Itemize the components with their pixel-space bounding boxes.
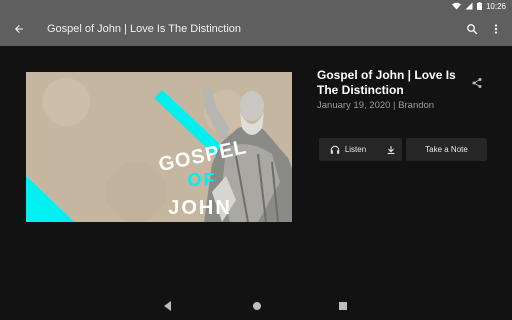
artwork-title-line3: JOHN xyxy=(168,197,232,219)
listen-label: Listen xyxy=(344,145,367,154)
signal-icon xyxy=(465,2,473,10)
artwork-graphic: GOSPEL OF JOHN xyxy=(26,72,292,222)
nav-recents-icon[interactable] xyxy=(337,300,349,312)
nav-back-icon[interactable] xyxy=(162,300,174,312)
search-icon xyxy=(467,24,478,35)
more-options-button[interactable] xyxy=(486,18,506,40)
listen-button[interactable]: Listen xyxy=(319,138,377,161)
listen-group: Listen xyxy=(319,138,402,161)
status-time: 10:26 xyxy=(485,1,506,11)
share-icon xyxy=(472,78,482,88)
page-title: Gospel of John | Love Is The Distinction xyxy=(47,23,242,35)
search-button[interactable] xyxy=(462,18,482,40)
back-arrow-icon xyxy=(15,25,23,33)
status-bar: 10:26 xyxy=(0,0,512,12)
nav-home-icon[interactable] xyxy=(251,300,263,312)
share-button[interactable] xyxy=(468,74,486,92)
take-note-button[interactable]: Take a Note xyxy=(406,138,487,161)
battery-icon xyxy=(476,2,482,10)
take-note-label: Take a Note xyxy=(425,145,468,154)
back-button[interactable] xyxy=(8,18,30,40)
download-button[interactable] xyxy=(381,138,401,161)
wifi-icon xyxy=(451,2,461,10)
app-bar: Gospel of John | Love Is The Distinction xyxy=(0,12,512,46)
sermon-artwork: GOSPEL OF JOHN xyxy=(26,72,292,222)
artwork-title-line2: OF xyxy=(188,170,217,190)
download-icon xyxy=(387,145,395,154)
status-icons: 10:26 xyxy=(451,0,506,12)
sermon-detail: GOSPEL OF JOHN Gospel of John | Love Is … xyxy=(0,46,512,292)
sermon-meta: January 19, 2020 | Brandon xyxy=(317,100,435,111)
system-nav-bar xyxy=(0,292,512,320)
more-vert-icon xyxy=(494,24,498,34)
sermon-title: Gospel of John | Love Is The Distinction xyxy=(317,68,456,97)
headphones-icon xyxy=(330,145,340,154)
